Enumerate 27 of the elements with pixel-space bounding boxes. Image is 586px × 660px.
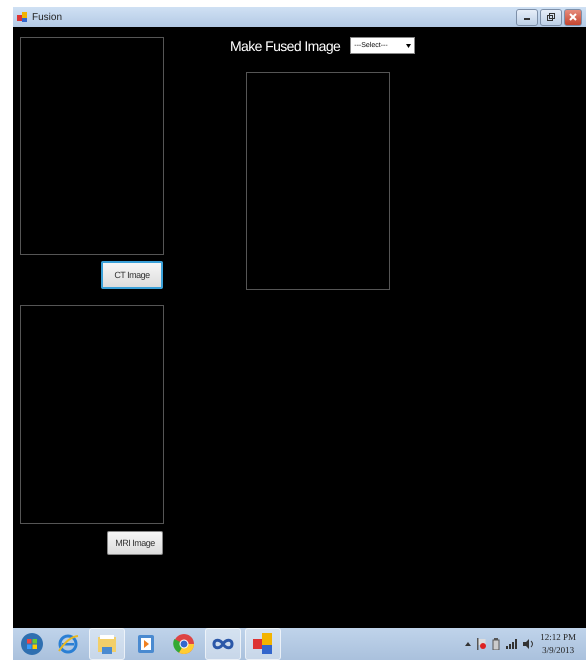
image-button[interactable]: CT Image — [101, 261, 163, 289]
image-button[interactable]: MRI Image — [107, 531, 163, 555]
chrome-icon — [173, 633, 195, 655]
flag-icon — [476, 638, 486, 650]
play-icon — [137, 634, 155, 654]
folder-icon — [96, 633, 118, 655]
app-icon — [253, 633, 273, 655]
app-icon — [17, 12, 27, 22]
close-icon — [569, 13, 577, 21]
infinity-icon — [212, 637, 234, 651]
folder-taskbar-button[interactable] — [89, 628, 125, 660]
app-taskbar-button[interactable] — [245, 628, 281, 660]
browser-icon — [57, 633, 79, 655]
volume-icon — [523, 639, 536, 649]
restore-button[interactable] — [540, 8, 562, 26]
window-title: Fusion — [32, 12, 62, 22]
dropdown-arrow-icon — [406, 44, 412, 48]
minimize-button[interactable] — [516, 8, 538, 26]
clock[interactable]: 12:12 PM 3/9/2013 — [540, 631, 582, 657]
studio-taskbar-button[interactable] — [205, 628, 241, 660]
show-hidden-icons-icon — [465, 642, 472, 646]
restore-icon — [547, 13, 555, 21]
close-button[interactable] — [564, 8, 582, 26]
signal-icon — [506, 639, 518, 649]
fuse-label: Make Fused Image — [230, 38, 340, 54]
start-orb-icon — [20, 632, 44, 656]
power-icon — [491, 638, 502, 650]
